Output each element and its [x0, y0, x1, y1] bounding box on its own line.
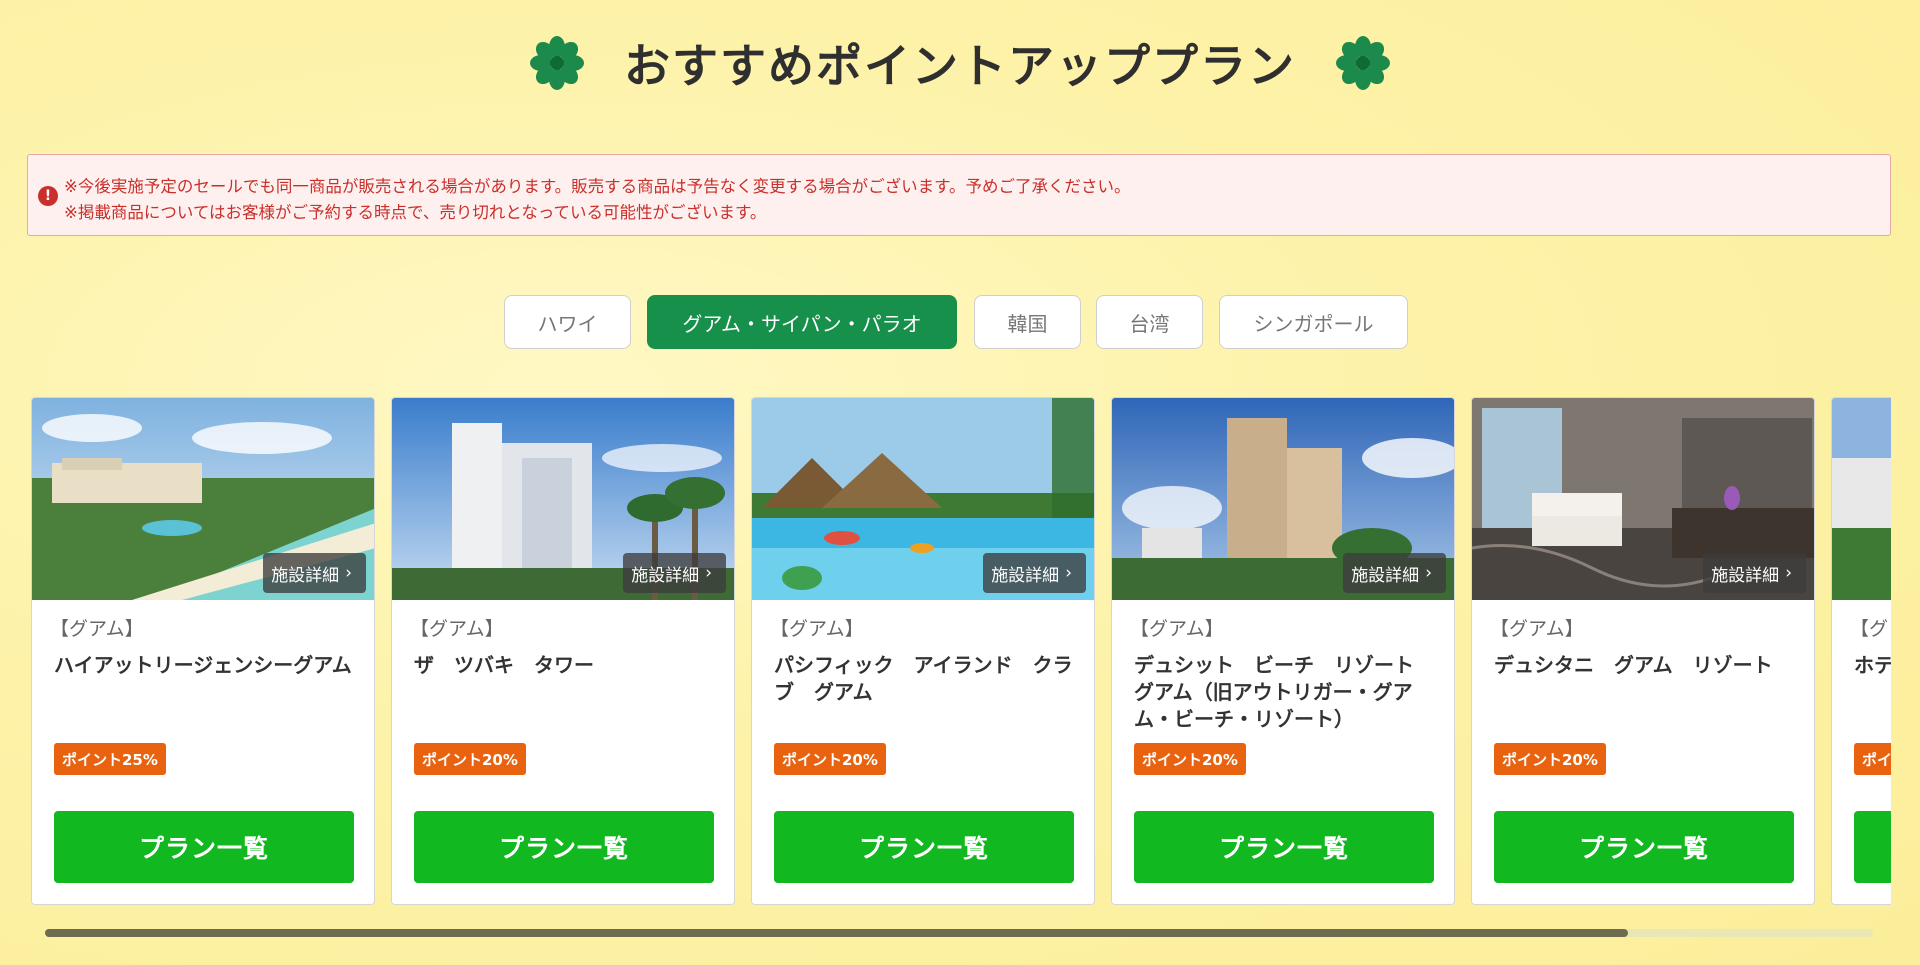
- tab-taiwan[interactable]: 台湾: [1096, 295, 1203, 349]
- facility-detail-button[interactable]: 施設詳細 ›: [1703, 553, 1806, 593]
- point-badge: ポイント20%: [414, 743, 526, 775]
- area-label: 【グアム】: [50, 618, 144, 640]
- hotel-card: 施設詳細 › 【グアム】 パシフィック アイランド クラブ グアム ポイント20…: [751, 397, 1095, 905]
- point-badge: ポイント20%: [1134, 743, 1246, 775]
- facility-detail-button[interactable]: 施設詳細 ›: [263, 553, 366, 593]
- hotel-name[interactable]: ザ ツバキ タワー: [414, 652, 714, 679]
- hotel-card: 【グ ホテ ポイ: [1831, 397, 1891, 905]
- hotel-photo[interactable]: [1832, 398, 1891, 600]
- facility-detail-label: 施設詳細: [1351, 565, 1420, 586]
- plan-list-button[interactable]: [1854, 811, 1891, 883]
- hotel-card: 施設詳細 › 【グアム】 デュシタニ グアム リゾート ポイント20% プラン一…: [1471, 397, 1815, 905]
- facility-detail-button[interactable]: 施設詳細 ›: [1343, 553, 1446, 593]
- facility-detail-label: 施設詳細: [991, 565, 1060, 586]
- facility-detail-label: 施設詳細: [631, 565, 700, 586]
- point-badge: ポイント20%: [1494, 743, 1606, 775]
- hotel-card: 施設詳細 › 【グアム】 ハイアットリージェンシーグアム ポイント25% プラン…: [31, 397, 375, 905]
- chevron-right-icon: ›: [345, 563, 352, 583]
- hotel-name[interactable]: パシフィック アイランド クラブ グアム: [774, 652, 1074, 706]
- notice-line-2: ※掲載商品についてはお客様がご予約する時点で、売り切れとなっている可能性がござい…: [64, 203, 767, 222]
- page-title-row: おすすめポイントアッププラン: [0, 30, 1920, 96]
- tab-hawaii[interactable]: ハワイ: [504, 295, 631, 349]
- point-badge: ポイ: [1854, 743, 1891, 775]
- chevron-right-icon: ›: [1785, 563, 1792, 583]
- flower-icon: [1336, 36, 1390, 90]
- notice-box: ! ※今後実施予定のセールでも同一商品が販売される場合があります。販売する商品は…: [27, 154, 1891, 236]
- point-badge: ポイント20%: [774, 743, 886, 775]
- hotel-photo[interactable]: 施設詳細 ›: [1472, 398, 1814, 600]
- region-tabs: ハワイ グアム・サイパン・パラオ 韓国 台湾 シンガポール: [0, 295, 1920, 351]
- facility-detail-button[interactable]: 施設詳細 ›: [983, 553, 1086, 593]
- area-label: 【グアム】: [1130, 618, 1224, 640]
- hotel-photo[interactable]: 施設詳細 ›: [752, 398, 1094, 600]
- plan-list-button[interactable]: プラン一覧: [1134, 811, 1434, 883]
- plan-list-button[interactable]: プラン一覧: [414, 811, 714, 883]
- hotel-card-carousel: 施設詳細 › 【グアム】 ハイアットリージェンシーグアム ポイント25% プラン…: [31, 397, 1891, 907]
- hotel-card: 施設詳細 › 【グアム】 デュシット ビーチ リゾート グアム（旧アウトリガー・…: [1111, 397, 1455, 905]
- hotel-photo[interactable]: 施設詳細 ›: [32, 398, 374, 600]
- area-label: 【グ: [1850, 618, 1889, 640]
- point-badge: ポイント25%: [54, 743, 166, 775]
- area-label: 【グアム】: [410, 618, 504, 640]
- tab-singapore[interactable]: シンガポール: [1219, 295, 1408, 349]
- facility-detail-label: 施設詳細: [271, 565, 340, 586]
- chevron-right-icon: ›: [1065, 563, 1072, 583]
- facility-detail-label: 施設詳細: [1711, 565, 1780, 586]
- area-label: 【グアム】: [770, 618, 864, 640]
- alert-icon: !: [38, 186, 58, 206]
- chevron-right-icon: ›: [705, 563, 712, 583]
- chevron-right-icon: ›: [1425, 563, 1432, 583]
- hotel-name[interactable]: デュシット ビーチ リゾート グアム（旧アウトリガー・グアム・ビーチ・リゾート）: [1134, 652, 1434, 733]
- facility-detail-button[interactable]: 施設詳細 ›: [623, 553, 726, 593]
- plan-list-button[interactable]: プラン一覧: [1494, 811, 1794, 883]
- plan-list-button[interactable]: プラン一覧: [54, 811, 354, 883]
- hotel-name[interactable]: ハイアットリージェンシーグアム: [54, 652, 354, 679]
- hotel-name[interactable]: ホテ: [1854, 652, 1891, 679]
- notice-line-1: ※今後実施予定のセールでも同一商品が販売される場合があります。販売する商品は予告…: [64, 177, 1131, 196]
- page-title: おすすめポイントアッププラン: [624, 39, 1296, 93]
- hotel-photo[interactable]: 施設詳細 ›: [1112, 398, 1454, 600]
- hotel-name[interactable]: デュシタニ グアム リゾート: [1494, 652, 1794, 679]
- plan-list-button[interactable]: プラン一覧: [774, 811, 1074, 883]
- tab-korea[interactable]: 韓国: [974, 295, 1081, 349]
- hotel-photo[interactable]: 施設詳細 ›: [392, 398, 734, 600]
- carousel-scrollbar[interactable]: [45, 929, 1873, 937]
- hotel-card: 施設詳細 › 【グアム】 ザ ツバキ タワー ポイント20% プラン一覧: [391, 397, 735, 905]
- area-label: 【グアム】: [1490, 618, 1584, 640]
- flower-icon: [530, 36, 584, 90]
- scrollbar-thumb[interactable]: [45, 929, 1628, 937]
- tab-guam-saipan-palau[interactable]: グアム・サイパン・パラオ: [647, 295, 957, 349]
